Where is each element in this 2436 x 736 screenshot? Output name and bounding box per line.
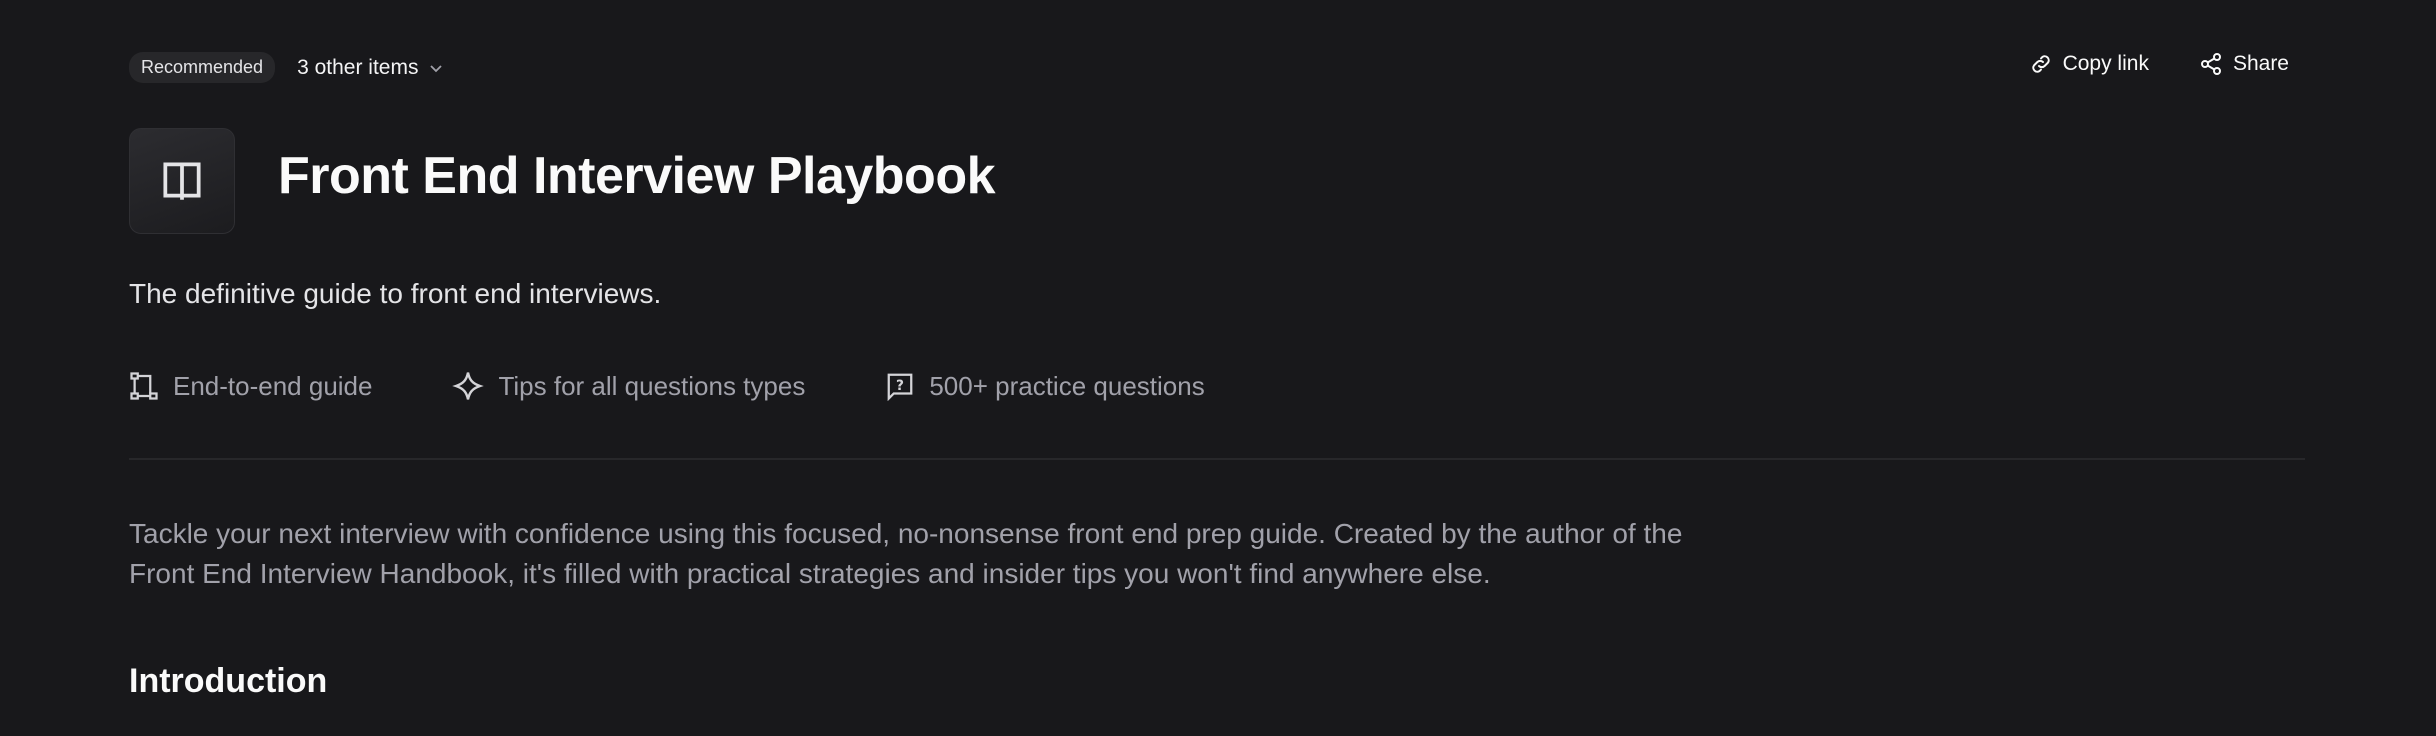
feature-label: End-to-end guide [173, 370, 373, 401]
share-icon [2200, 53, 2221, 75]
recommended-badge: Recommended [129, 52, 276, 83]
feature-label: Tips for all questions types [498, 370, 806, 401]
feature-item: ? 500+ practice questions [885, 370, 1205, 402]
top-bar: Recommended 3 other items [129, 52, 444, 83]
sparkle-icon [452, 372, 485, 400]
share-label: Share [2232, 52, 2289, 75]
chevron-down-icon [430, 64, 443, 72]
other-items-dropdown[interactable]: 3 other items [297, 56, 444, 80]
flow-icon [130, 372, 158, 400]
share-button[interactable]: Share [2199, 52, 2289, 76]
page-subtitle: The definitive guide to front end interv… [129, 278, 662, 309]
page-title: Front End Interview Playbook [278, 147, 996, 205]
copy-link-label: Copy link [2062, 52, 2149, 75]
header-actions: Copy link Share [2029, 52, 2289, 76]
divider [129, 458, 2305, 460]
feature-list: End-to-end guide Tips for all questions … [129, 370, 1205, 402]
other-items-label: 3 other items [297, 55, 419, 79]
question-bubble-icon: ? [887, 373, 913, 401]
description-line: Tackle your next interview with confiden… [129, 518, 1683, 549]
copy-link-button[interactable]: Copy link [2029, 52, 2149, 76]
guide-icon-tile [129, 128, 235, 234]
book-open-icon [163, 162, 201, 200]
svg-text:?: ? [896, 378, 904, 394]
description-line: Front End Interview Handbook, it's fille… [129, 558, 1491, 589]
section-heading-introduction: Introduction [129, 662, 328, 700]
guide-description: Tackle your next interview with confiden… [129, 514, 1829, 594]
feature-item: Tips for all questions types [452, 370, 805, 402]
link-icon [2031, 55, 2050, 73]
feature-label: 500+ practice questions [929, 370, 1205, 401]
feature-item: End-to-end guide [129, 370, 372, 402]
